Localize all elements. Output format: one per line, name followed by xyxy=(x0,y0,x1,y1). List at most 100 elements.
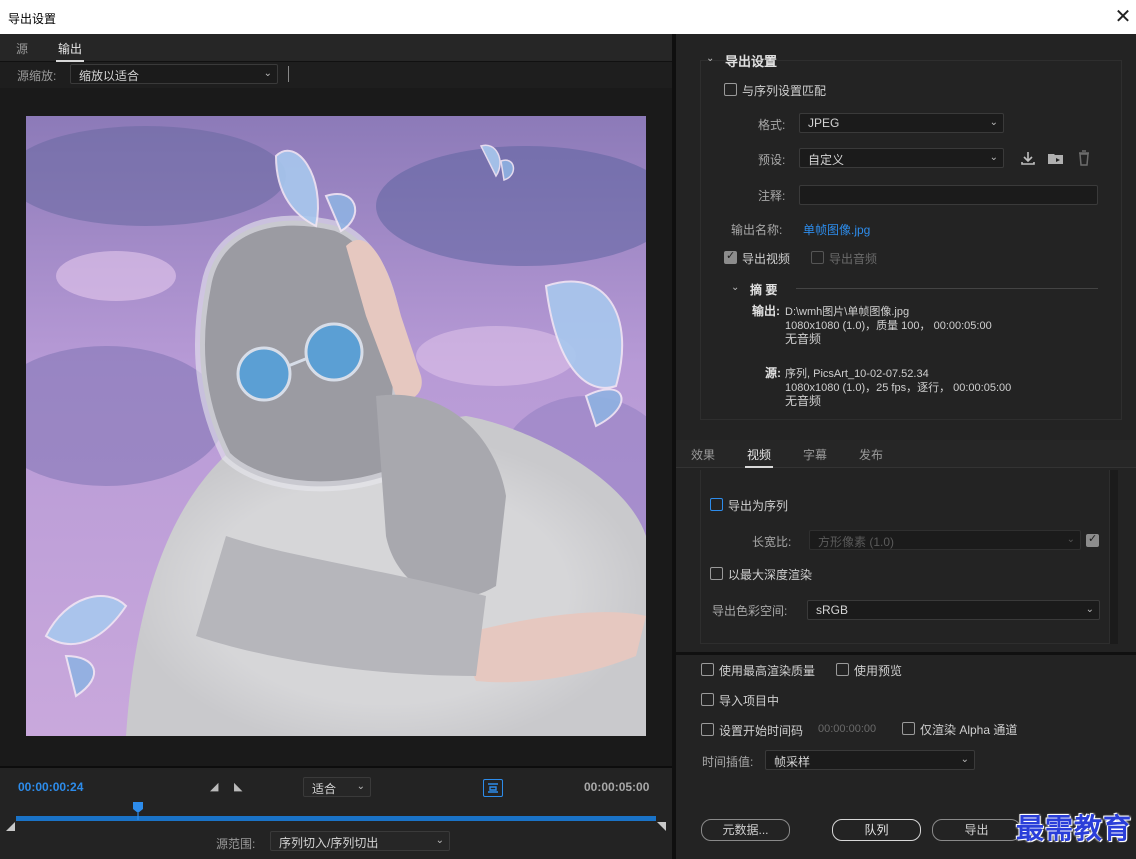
title-bar: 导出设置 ✕ xyxy=(0,0,1136,34)
time-interp-dropdown[interactable]: 帧采样 ⌄ xyxy=(765,750,975,770)
summary-output-audio: 无音频 xyxy=(785,332,822,346)
source-range-label: 源范围: xyxy=(216,837,256,851)
range-end-handle[interactable] xyxy=(657,822,666,831)
current-timecode[interactable]: 00:00:00:24 xyxy=(18,780,83,794)
start-timecode-value[interactable]: 00:00:00:00 xyxy=(818,723,876,735)
export-button[interactable]: 导出 xyxy=(932,819,1021,841)
comments-label: 注释: xyxy=(758,189,786,203)
time-interp-label: 时间插值: xyxy=(702,755,754,769)
tab-publish[interactable]: 发布 xyxy=(859,446,883,463)
source-scale-dropdown[interactable]: 缩放以适合 ⌄ xyxy=(70,64,278,84)
export-settings-heading: 导出设置 xyxy=(725,54,778,69)
mark-in-icon[interactable]: ◢ xyxy=(210,780,218,793)
timeline-track[interactable] xyxy=(16,816,656,821)
settings-panel: ⌄ 导出设置 与序列设置匹配 格式: JPEG ⌄ 预设: 自定义 ⌄ 注释: … xyxy=(676,34,1136,859)
comments-input[interactable] xyxy=(799,185,1098,205)
import-preset-icon[interactable] xyxy=(1047,150,1065,166)
tab-effects[interactable]: 效果 xyxy=(691,446,715,463)
export-audio-checkbox[interactable] xyxy=(811,251,824,264)
use-previews-checkbox[interactable] xyxy=(836,663,849,676)
summary-divider xyxy=(796,288,1098,289)
aspect-lock-checkbox[interactable] xyxy=(1086,532,1099,547)
chevron-down-icon: ⌄ xyxy=(989,152,998,163)
summary-source-label: 源: xyxy=(765,366,781,380)
aspect-dropdown[interactable]: 方形像素 (1.0) ⌄ xyxy=(809,530,1081,550)
tab-video[interactable]: 视频 xyxy=(744,446,774,468)
output-name-link[interactable]: 单帧图像.jpg xyxy=(803,221,870,238)
color-space-value: sRGB xyxy=(816,603,849,617)
fit-frame-icon[interactable] xyxy=(483,779,503,797)
metadata-button[interactable]: 元数据... xyxy=(701,819,790,841)
source-scale-value: 缩放以适合 xyxy=(79,69,140,83)
set-start-timecode-checkbox[interactable] xyxy=(701,723,714,736)
source-scale-label: 源缩放: xyxy=(17,69,57,83)
format-value: JPEG xyxy=(808,116,840,130)
time-interp-value: 帧采样 xyxy=(774,755,811,769)
chevron-down-icon: ⌄ xyxy=(435,835,444,846)
source-range-dropdown[interactable]: 序列切入/序列切出 ⌄ xyxy=(270,831,450,851)
use-previews-label: 使用预览 xyxy=(854,664,903,678)
export-as-sequence-label: 导出为序列 xyxy=(728,499,789,513)
settings-tabs: 效果 视频 字幕 发布 xyxy=(676,440,1136,468)
summary-heading: 摘 要 xyxy=(750,283,778,297)
max-quality-checkbox[interactable] xyxy=(701,663,714,676)
max-depth-checkbox[interactable] xyxy=(710,567,723,580)
match-sequence-checkbox[interactable] xyxy=(724,83,737,96)
window-title: 导出设置 xyxy=(8,12,57,26)
fit-dropdown[interactable]: 适合 ⌄ xyxy=(303,777,371,797)
bottom-divider xyxy=(676,652,1136,655)
set-start-timecode-label: 设置开始时间码 xyxy=(719,724,804,738)
format-label: 格式: xyxy=(758,118,786,132)
source-scale-row: 源缩放: 缩放以适合 ⌄ xyxy=(0,62,672,88)
collapse-caret-icon[interactable]: ⌄ xyxy=(706,53,714,64)
tab-source[interactable]: 源 xyxy=(16,40,28,57)
preview-panel: 源 输出 源缩放: 缩放以适合 ⌄ 00:00:00:24 ◢ ◣ 适合 ⌄ 0… xyxy=(0,34,672,859)
preset-label: 预设: xyxy=(758,153,786,167)
tab-output[interactable]: 输出 xyxy=(55,40,85,62)
import-project-label: 导入项目中 xyxy=(719,694,780,708)
save-preset-icon[interactable] xyxy=(1019,150,1037,166)
export-as-sequence-checkbox[interactable] xyxy=(710,498,723,511)
chevron-down-icon: ⌄ xyxy=(1066,534,1075,545)
import-project-checkbox[interactable] xyxy=(701,693,714,706)
timeline-bar: 00:00:00:24 ◢ ◣ 适合 ⌄ 00:00:05:00 源范围: 序列… xyxy=(0,766,672,859)
preview-image-graphic xyxy=(26,116,646,736)
format-dropdown[interactable]: JPEG ⌄ xyxy=(799,113,1004,133)
playhead-handle[interactable] xyxy=(132,802,143,820)
render-alpha-checkbox[interactable] xyxy=(902,722,915,735)
preview-image xyxy=(26,116,646,736)
summary-source-audio: 无音频 xyxy=(785,394,822,408)
watermark-logo: 最需教育 xyxy=(1015,812,1132,845)
end-timecode: 00:00:05:00 xyxy=(584,780,650,794)
tab-captions[interactable]: 字幕 xyxy=(803,446,827,463)
render-alpha-label: 仅渲染 Alpha 通道 xyxy=(920,723,1018,737)
summary-caret-icon[interactable]: ⌄ xyxy=(731,282,739,293)
chevron-down-icon: ⌄ xyxy=(1085,604,1094,615)
video-scrollbar[interactable] xyxy=(1110,470,1118,644)
aspect-label: 长宽比: xyxy=(752,535,792,549)
max-quality-label: 使用最高渲染质量 xyxy=(719,664,816,678)
chevron-down-icon: ⌄ xyxy=(356,781,365,792)
chevron-down-icon: ⌄ xyxy=(263,68,272,79)
match-sequence-label: 与序列设置匹配 xyxy=(742,84,827,98)
preset-value: 自定义 xyxy=(808,153,845,167)
output-name-label: 输出名称: xyxy=(731,223,783,237)
preview-area xyxy=(0,88,672,766)
close-icon[interactable]: ✕ xyxy=(1110,4,1136,30)
aspect-value: 方形像素 (1.0) xyxy=(818,535,895,549)
export-video-label: 导出视频 xyxy=(742,252,791,266)
delete-preset-icon[interactable] xyxy=(1075,150,1093,166)
export-video-checkbox[interactable] xyxy=(724,249,737,264)
preset-dropdown[interactable]: 自定义 ⌄ xyxy=(799,148,1004,168)
max-depth-label: 以最大深度渲染 xyxy=(728,568,813,582)
fit-value: 适合 xyxy=(312,782,337,796)
preview-tabs: 源 输出 xyxy=(0,34,672,62)
range-start-handle[interactable] xyxy=(6,822,15,831)
queue-button[interactable]: 队列 xyxy=(832,819,921,841)
color-space-label: 导出色彩空间: xyxy=(712,604,788,618)
color-space-dropdown[interactable]: sRGB ⌄ xyxy=(807,600,1100,620)
mark-out-icon[interactable]: ◣ xyxy=(234,780,242,793)
chevron-down-icon: ⌄ xyxy=(989,117,998,128)
summary-output-label: 输出: xyxy=(752,304,780,318)
chevron-down-icon: ⌄ xyxy=(960,754,969,765)
